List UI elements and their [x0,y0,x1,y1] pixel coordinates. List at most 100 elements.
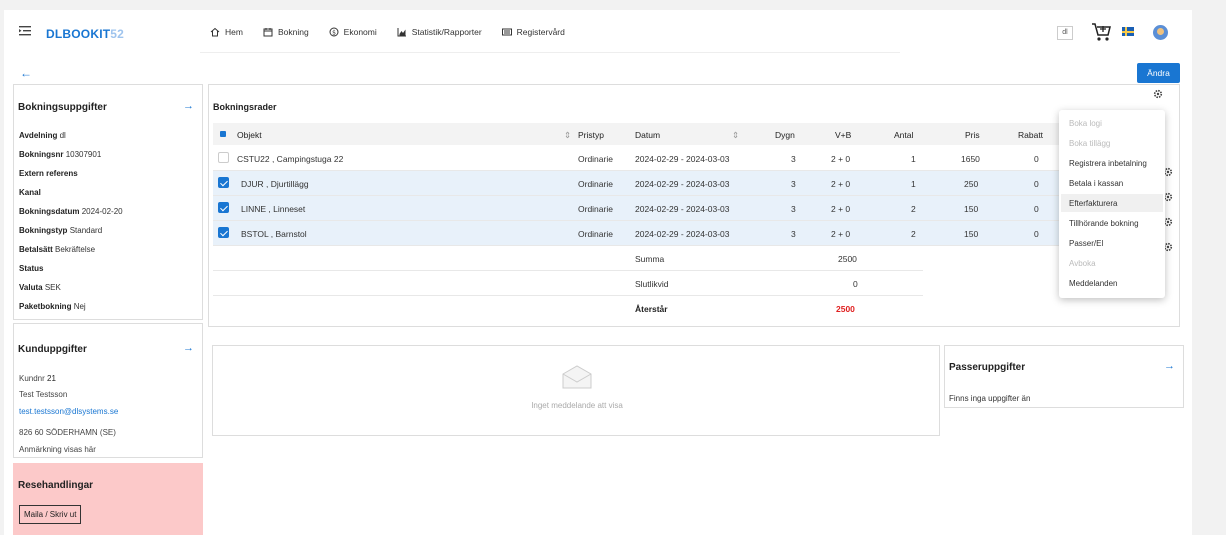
table-row[interactable]: CSTU22 , Campingstuga 22 Ordinarie 2024-… [213,146,1163,171]
cell-antal: 2 [911,204,916,214]
customer-card: Kunduppgifter → Kundnr 21 Test Testsson … [13,323,203,458]
customer-note: Anmärkning visas här [19,445,96,454]
cell-pris: 150 [964,229,979,239]
cell-rabatt: 0 [1034,229,1039,239]
summa-label: Summa [635,254,665,264]
menu-item-avboka[interactable]: Avboka [1069,259,1096,268]
nav-label: Bokning [277,27,309,37]
sort-icon[interactable]: ⇕ [732,130,739,141]
cell-dygn: 3 [791,154,796,164]
cell-pris: 250 [964,179,979,189]
flag-icon[interactable] [1122,27,1134,36]
cell-pristyp: Ordinarie [578,179,613,189]
cell-dygn: 3 [791,229,796,239]
cell-datum: 2024-02-29 - 2024-03-03 [635,154,730,164]
detail-valuta: Valuta SEK [19,283,61,292]
col-pristyp[interactable]: Pristyp [578,130,604,140]
no-messages-text: Inget meddelande att visa [531,401,623,410]
customer-address: 826 60 SÖDERHAMN (SE) [19,428,116,437]
col-objekt[interactable]: Objekt [237,130,262,140]
nav-item-registervard[interactable]: Registervård [501,27,565,37]
back-arrow-icon[interactable]: ← [20,66,32,80]
cell-pris: 1650 [961,154,980,164]
row-checkbox[interactable] [218,177,229,188]
nav-item-bokning[interactable]: Bokning [263,27,309,37]
detail-extern-referens: Extern referens [19,169,78,178]
passenger-title: Passeruppgifter [949,362,1026,373]
cell-rabatt: 0 [1034,204,1039,214]
menu-item-efterfakturera[interactable]: Efterfakturera [1069,199,1117,208]
detail-bokningsdatum: Bokningsdatum 2024-02-20 [19,207,123,216]
logo-suffix: 52 [110,27,125,41]
avatar-icon[interactable] [1153,25,1168,40]
summary-row-aterstar: Återstår 2500 [213,296,923,321]
forward-arrow-icon[interactable]: → [183,100,194,112]
col-datum[interactable]: Datum [635,130,660,140]
mail-print-button[interactable]: Maila / Skriv ut [19,505,82,524]
cell-objekt: DJUR , Djurtillägg [241,179,309,189]
booking-details-card: Bokningsuppgifter → Avdelning dl Bokning… [13,84,203,320]
menu-item-registrera-inbetalning[interactable]: Registrera inbetalning [1069,159,1147,168]
home-icon [210,27,220,37]
menu-item-boka-tillagg[interactable]: Boka tillägg [1069,139,1110,148]
detail-bokningstyp: Bokningstyp Standard [19,226,103,235]
svg-text:$: $ [332,29,336,36]
nav-item-ekonomi[interactable]: $ Ekonomi [329,27,377,37]
cell-rabatt: 0 [1034,154,1039,164]
detail-betalsatt: Betalsätt Bekräftelse [19,245,96,254]
row-checkbox[interactable] [218,152,229,163]
chart-icon [397,28,406,37]
menu-icon[interactable] [18,24,32,38]
cell-antal: 2 [911,229,916,239]
menu-item-betala-i-kassan[interactable]: Betala i kassan [1069,179,1123,188]
summary-row-summa: Summa 2500 [213,246,923,271]
gear-icon[interactable] [1153,89,1163,99]
cell-datum: 2024-02-29 - 2024-03-03 [635,179,730,189]
nav-item-statistik[interactable]: Statistik/Rapporter [397,27,482,37]
table-row[interactable]: DJUR , Djurtillägg Ordinarie 2024-02-29 … [213,171,1163,196]
table-row[interactable]: BSTOL , Barnstol Ordinarie 2024-02-29 - … [213,221,1163,246]
cell-pristyp: Ordinarie [578,154,613,164]
summa-value: 2500 [838,254,857,264]
col-vb: V+B [835,130,852,140]
nav-label: Registervård [516,27,565,37]
cell-objekt: LINNE , Linneset [241,204,306,214]
customer-email-link[interactable]: test.testsson@dlsystems.se [19,407,118,416]
slutlikvid-value: 0 [853,279,858,289]
register-icon [501,28,512,36]
table-header: Objekt ⇕ Pristyp Datum ⇕ Dygn V+B Antal … [213,123,1163,145]
row-checkbox[interactable] [218,202,229,213]
booking-details-title: Bokningsuppgifter [18,102,107,113]
detail-bokningsnr: Bokningsnr 10307901 [19,150,102,159]
nav-item-hem[interactable]: Hem [210,27,243,37]
calendar-icon [263,28,273,37]
department-selector[interactable]: dl [1057,26,1073,40]
menu-item-meddelanden[interactable]: Meddelanden [1069,279,1117,288]
booking-rows-title: Bokningsrader [213,102,277,112]
cell-pristyp: Ordinarie [578,229,613,239]
cell-datum: 2024-02-29 - 2024-03-03 [635,229,730,239]
cell-rabatt: 0 [1034,179,1039,189]
detail-paketbokning: Paketbokning Nej [19,302,86,311]
forward-arrow-icon[interactable]: → [1164,360,1175,372]
cell-vb: 2 + 0 [831,204,851,214]
forward-arrow-icon[interactable]: → [183,342,194,354]
logo[interactable]: DLBOOKIT52 [46,27,124,41]
menu-item-passer-el[interactable]: Passer/El [1069,239,1103,248]
edit-button[interactable]: Ändra [1137,63,1180,83]
select-all-checkbox[interactable] [220,131,226,137]
top-bar: DLBOOKIT52 Hem Bokning $ Ekonomi Statist… [4,10,1192,56]
nav-label: Hem [225,27,243,37]
menu-item-tillhorande-bokning[interactable]: Tillhörande bokning [1069,219,1139,228]
table-row[interactable]: LINNE , Linneset Ordinarie 2024-02-29 - … [213,196,1163,221]
customer-name: Test Testsson [19,390,68,399]
sort-icon[interactable]: ⇕ [564,130,571,141]
menu-item-boka-logi[interactable]: Boka logi [1069,119,1102,128]
messages-card: Inget meddelande att visa [212,345,940,436]
envelope-icon [562,365,592,389]
no-passenger-text: Finns inga uppgifter än [949,394,1031,403]
cell-antal: 1 [911,179,916,189]
cart-icon[interactable] [1091,22,1113,42]
row-checkbox[interactable] [218,227,229,238]
cell-antal: 1 [911,154,916,164]
